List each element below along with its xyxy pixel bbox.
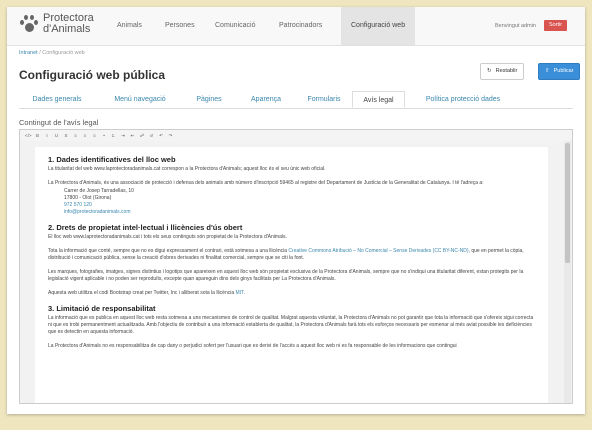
rich-text-editor[interactable]: </> B I U S ≡ ≡ ≡ • 1. ⇥ ⇤ ☍ ☌ ↶ ↷ 1. Da… (19, 129, 573, 404)
italic-icon[interactable]: I (44, 133, 50, 138)
list-ul-icon[interactable]: • (101, 133, 107, 138)
license-link[interactable]: Creative Commons Atribució – No Comercia… (288, 248, 468, 254)
tab-politica-proteccio-dades[interactable]: Política protecció dades (415, 91, 511, 108)
section-label: Contingut de l'avís legal (19, 118, 99, 127)
tab-menu-navegacio[interactable]: Menú navegació (105, 91, 175, 108)
logout-button[interactable]: Sortir (544, 20, 568, 31)
tab-bar: Dades generals Menú navegació Pàgines Ap… (19, 91, 573, 109)
unlink-icon[interactable]: ☌ (149, 133, 155, 139)
undo-icon[interactable]: ↶ (158, 133, 164, 139)
editor-document[interactable]: 1. Dades identificatives del lloc web La… (35, 147, 548, 403)
strike-icon[interactable]: S (63, 133, 69, 138)
restore-button[interactable]: ↻ Restablir (480, 63, 525, 80)
page-title: Configuració web pública (19, 68, 166, 82)
paragraph: La Protectora d'Animals no es responsabi… (48, 343, 457, 349)
address-block: Carrer de Josep Tarradellas, 10 17800 - … (64, 188, 535, 216)
paragraph: La informació que es publica en aquest l… (48, 315, 534, 335)
scrollbar-thumb[interactable] (565, 143, 570, 263)
indent-icon[interactable]: ⇥ (120, 133, 126, 139)
refresh-icon: ↻ (487, 68, 492, 74)
tab-avis-legal[interactable]: Avís legal (352, 91, 405, 108)
nav-item-animals[interactable]: Animals (117, 7, 142, 45)
logo[interactable]: Protectora d'Animals (19, 13, 94, 35)
breadcrumb-current: Configuració web (42, 50, 85, 56)
nav-item-comunicacio[interactable]: Comunicació (215, 7, 255, 45)
tab-dades-generals[interactable]: Dades generals (26, 91, 88, 108)
paragraph: Aquesta web utilitza el codi Bootstrap c… (48, 290, 245, 296)
mit-link[interactable]: MIT (236, 290, 244, 296)
align-right-icon[interactable]: ≡ (92, 133, 98, 138)
breadcrumb: Intranet / Configuració web (19, 50, 85, 56)
tab-pagines[interactable]: Pàgines (189, 91, 229, 108)
app-window: Protectora d'Animals Animals Persones Co… (7, 7, 585, 414)
link-icon[interactable]: ☍ (139, 133, 145, 139)
publish-button[interactable]: ⇧ Publicar (538, 63, 581, 80)
nav-item-patrocinadors[interactable]: Patrocinadors (279, 7, 322, 45)
tab-aparenca[interactable]: Aparença (245, 91, 287, 108)
align-left-icon[interactable]: ≡ (73, 133, 79, 138)
outdent-icon[interactable]: ⇤ (130, 133, 136, 139)
section-heading-2: 2. Drets de propietat intel·lectual i ll… (48, 223, 243, 232)
email-link[interactable]: info@protectoradanimals.com (64, 209, 535, 216)
section-heading-3: 3. Limitació de responsabilitat (48, 304, 156, 313)
underline-icon[interactable]: U (54, 133, 60, 138)
paragraph: Tota la informació que conté, sempre que… (48, 248, 524, 261)
align-center-icon[interactable]: ≡ (82, 133, 88, 138)
nav-item-configuracio-web[interactable]: Configuració web (341, 7, 416, 45)
top-navbar: Protectora d'Animals Animals Persones Co… (7, 7, 585, 46)
list-ol-icon[interactable]: 1. (111, 133, 117, 138)
redo-icon[interactable]: ↷ (168, 133, 174, 139)
breadcrumb-separator: / (39, 50, 41, 56)
paragraph: La titularitat del web www.laprotectorad… (48, 166, 326, 172)
phone-link[interactable]: 972 570 120 (64, 202, 535, 209)
source-icon[interactable]: </> (25, 133, 32, 138)
nav-item-persones[interactable]: Persones (165, 7, 195, 45)
editor-body[interactable]: 1. Dades identificatives del lloc web La… (20, 141, 572, 403)
section-heading-1: 1. Dades identificatives del lloc web (48, 155, 176, 164)
bold-icon[interactable]: B (35, 133, 41, 138)
paw-logo-icon (19, 14, 39, 34)
paragraph: Les marques, fotografies, imatges, signe… (48, 269, 524, 282)
paragraph: El lloc web www.laprotectoradanimals.cat… (48, 234, 287, 240)
user-greeting: Benvingut admin (495, 23, 536, 29)
editor-scrollbar[interactable] (564, 141, 571, 403)
logo-text: Protectora d'Animals (43, 12, 94, 35)
tab-formularis[interactable]: Formularis (300, 91, 348, 108)
breadcrumb-root-link[interactable]: Intranet (19, 50, 38, 56)
upload-icon: ⇧ (545, 68, 550, 74)
paragraph: La Protectora d'Animals, és una associac… (48, 180, 484, 186)
